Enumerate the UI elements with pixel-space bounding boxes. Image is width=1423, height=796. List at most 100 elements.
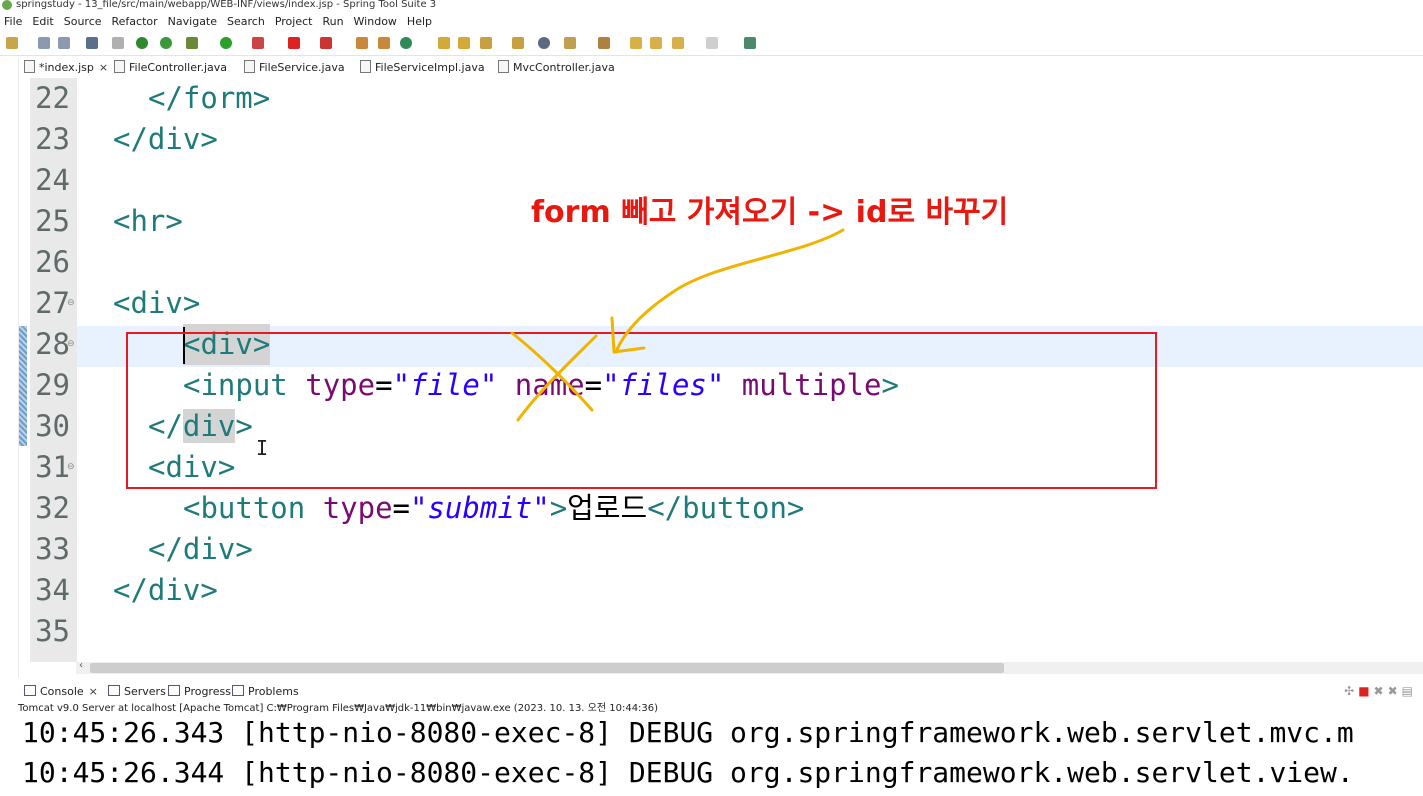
java-file-icon <box>114 60 125 73</box>
code-line: 33 </div> <box>19 529 1423 570</box>
code-line: 30 </div> <box>19 406 1423 447</box>
line-number: 24 <box>35 163 70 197</box>
next-annotation-icon[interactable] <box>564 37 576 49</box>
code-editor[interactable]: 22 </form> 23 </div> 24 25 <hr> 26 27 ⊖ … <box>19 78 1423 662</box>
menu-refactor[interactable]: Refactor <box>112 15 158 28</box>
spring-boot-icon[interactable] <box>136 37 148 49</box>
debug-icon[interactable] <box>186 37 198 49</box>
external-tools-icon[interactable] <box>252 37 264 49</box>
code-token: > <box>165 204 183 238</box>
line-text: <input type="file" name="files" multiple… <box>183 365 899 406</box>
print-icon[interactable] <box>86 37 98 49</box>
remove-launch-icon[interactable]: ✣ <box>1344 684 1358 698</box>
tab-file-service[interactable]: FileService.java <box>244 58 345 78</box>
menu-run[interactable]: Run <box>322 15 343 28</box>
stop-icon[interactable] <box>288 37 300 49</box>
back-icon[interactable] <box>672 37 684 49</box>
new-package-icon[interactable] <box>378 37 390 49</box>
code-token: < <box>183 491 201 525</box>
browser-icon[interactable] <box>538 37 550 49</box>
annotation-text: form 빼고 가져오기 -> id로 바꾸기 <box>531 195 1009 230</box>
new-java-project-icon[interactable] <box>356 37 368 49</box>
line-number: 35 <box>35 614 70 648</box>
java-file-icon <box>360 60 371 73</box>
console-tabs: Console × Servers Progress Problems <box>18 682 1423 702</box>
scroll-lock-icon[interactable]: ▤ <box>1402 684 1417 698</box>
code-token: < <box>183 368 201 402</box>
fold-toggle-icon[interactable]: ⊖ <box>67 339 75 349</box>
menu-file[interactable]: File <box>4 15 22 28</box>
code-line: 29 <input type="file" name="files" multi… <box>19 365 1423 406</box>
new-icon[interactable] <box>6 37 18 49</box>
menu-help[interactable]: Help <box>407 15 432 28</box>
save-icon[interactable] <box>38 37 50 49</box>
back-history-icon[interactable] <box>650 37 662 49</box>
prev-annotation-icon[interactable] <box>598 37 610 49</box>
tab-label: MvcController.java <box>513 61 615 74</box>
open-folder-icon[interactable] <box>512 37 524 49</box>
line-number: 33 <box>35 532 70 566</box>
menu-edit[interactable]: Edit <box>32 15 53 28</box>
menu-project[interactable]: Project <box>275 15 313 28</box>
tab-file-service-impl[interactable]: FileServiceImpl.java <box>360 58 485 78</box>
last-edit-icon[interactable] <box>630 37 642 49</box>
code-token: hr <box>130 204 166 238</box>
menu-navigate[interactable]: Navigate <box>168 15 217 28</box>
code-token: </ <box>113 122 148 156</box>
code-token: = <box>375 368 393 402</box>
code-token: > <box>786 491 805 525</box>
tab-file-controller[interactable]: FileController.java <box>114 58 227 78</box>
line-number: 31 <box>35 450 70 484</box>
tab-progress[interactable]: Progress <box>168 682 231 702</box>
scroll-left-icon[interactable]: ‹ <box>79 660 83 671</box>
code-token: > <box>182 286 201 320</box>
fold-toggle-icon[interactable]: ⊖ <box>67 298 75 308</box>
menu-search[interactable]: Search <box>227 15 265 28</box>
scrollbar-thumb[interactable] <box>90 663 1004 673</box>
code-token: div <box>200 327 253 361</box>
search-icon[interactable] <box>480 37 492 49</box>
tab-label: FileServiceImpl.java <box>375 61 485 74</box>
code-token: < <box>148 450 166 484</box>
line-number: 28 <box>35 327 70 361</box>
tab-problems[interactable]: Problems <box>232 682 299 702</box>
tab-index-jsp[interactable]: *index.jsp × <box>24 58 109 78</box>
line-number: 29 <box>35 368 70 402</box>
terminate-icon[interactable]: ■ <box>1358 684 1373 698</box>
line-number: 32 <box>35 491 70 525</box>
line-text: </div> <box>148 529 253 570</box>
run-icon[interactable] <box>220 37 232 49</box>
open-task-icon[interactable] <box>458 37 470 49</box>
tab-label: Progress <box>184 685 231 698</box>
mouse-ibeam-cursor-icon: I <box>256 436 269 460</box>
code-token: input <box>200 368 288 402</box>
window-title-bar: springstudy - 13_file/src/main/webapp/WE… <box>0 0 1423 12</box>
line-text: <button type="submit">업로드</button> <box>183 488 804 529</box>
tab-mvc-controller[interactable]: MvcController.java <box>498 58 615 78</box>
code-token: div <box>182 532 236 566</box>
menu-window[interactable]: Window <box>354 15 397 28</box>
line-number: 30 <box>35 409 70 443</box>
fold-toggle-icon[interactable]: ⊖ <box>67 462 75 472</box>
clear-console-icon[interactable]: ✖ <box>1388 684 1402 698</box>
save-all-icon[interactable] <box>58 37 70 49</box>
pin-editor-icon[interactable] <box>744 37 756 49</box>
tab-console[interactable]: Console × <box>24 682 98 702</box>
close-tab-icon[interactable]: × <box>99 61 108 74</box>
remove-all-icon[interactable]: ✖ <box>1374 684 1388 698</box>
open-type-icon[interactable] <box>438 37 450 49</box>
server-icon[interactable] <box>320 37 332 49</box>
refresh-icon[interactable] <box>160 37 172 49</box>
new-class-icon[interactable] <box>400 37 412 49</box>
close-tab-icon[interactable]: × <box>89 685 98 698</box>
code-token: button <box>200 491 306 525</box>
toggle-icon[interactable] <box>112 37 124 49</box>
menu-source[interactable]: Source <box>64 15 102 28</box>
code-line: 23 </div> <box>19 119 1423 160</box>
forward-icon[interactable] <box>706 37 718 49</box>
editor-horizontal-scrollbar[interactable]: ‹ <box>76 660 1423 674</box>
code-token: > <box>252 81 271 115</box>
tab-servers[interactable]: Servers <box>108 682 166 702</box>
code-token: button <box>682 491 787 525</box>
line-text: <div> <box>113 283 200 324</box>
